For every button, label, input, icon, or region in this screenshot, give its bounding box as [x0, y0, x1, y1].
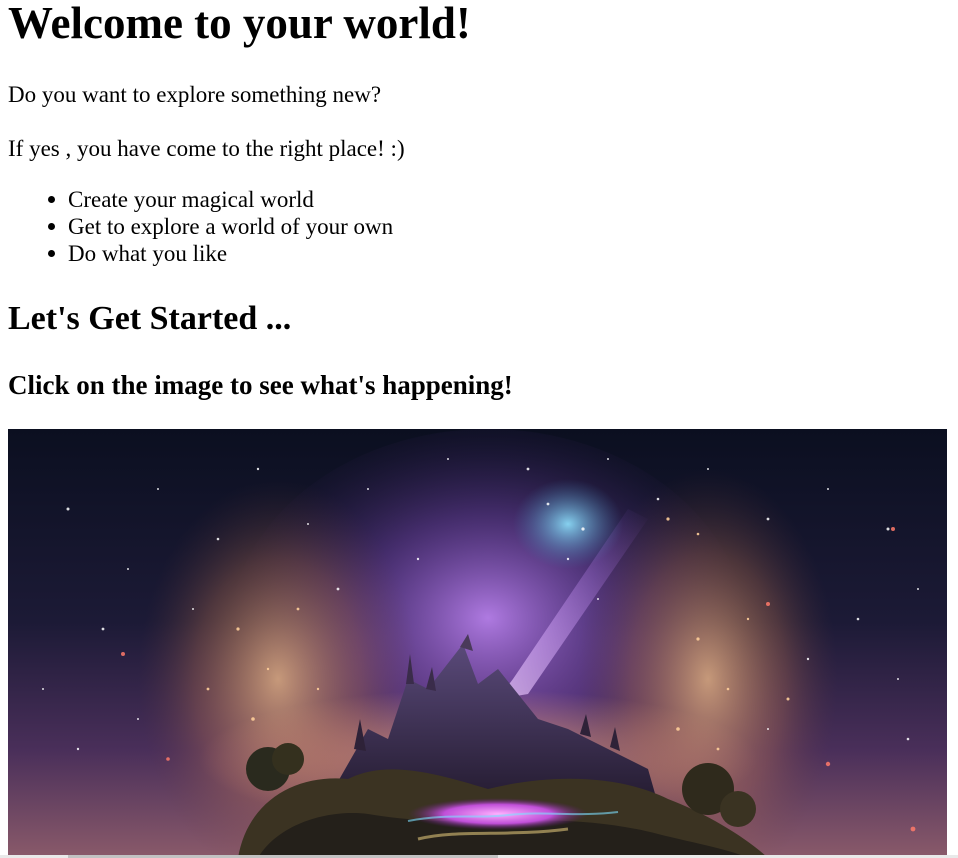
page-title: Welcome to your world! [8, 0, 471, 48]
bullet-icon [48, 250, 55, 257]
section-heading: Let's Get Started ... [8, 300, 292, 337]
feature-list: Create your magical world Get to explore… [8, 186, 393, 267]
bullet-icon [48, 223, 55, 230]
list-item: Get to explore a world of your own [8, 213, 393, 240]
magical-world-image-link[interactable] [8, 429, 947, 858]
list-item-label: Create your magical world [68, 187, 314, 212]
intro-answer: If yes , you have come to the right plac… [8, 136, 405, 161]
magical-world-image [8, 429, 947, 858]
bullet-icon [48, 196, 55, 203]
instruction-heading: Click on the image to see what's happeni… [8, 370, 513, 400]
list-item-label: Get to explore a world of your own [68, 214, 394, 239]
list-item: Create your magical world [8, 186, 393, 213]
list-item-label: Do what you like [68, 241, 228, 266]
list-item: Do what you like [8, 240, 393, 267]
intro-question: Do you want to explore something new? [8, 82, 382, 107]
